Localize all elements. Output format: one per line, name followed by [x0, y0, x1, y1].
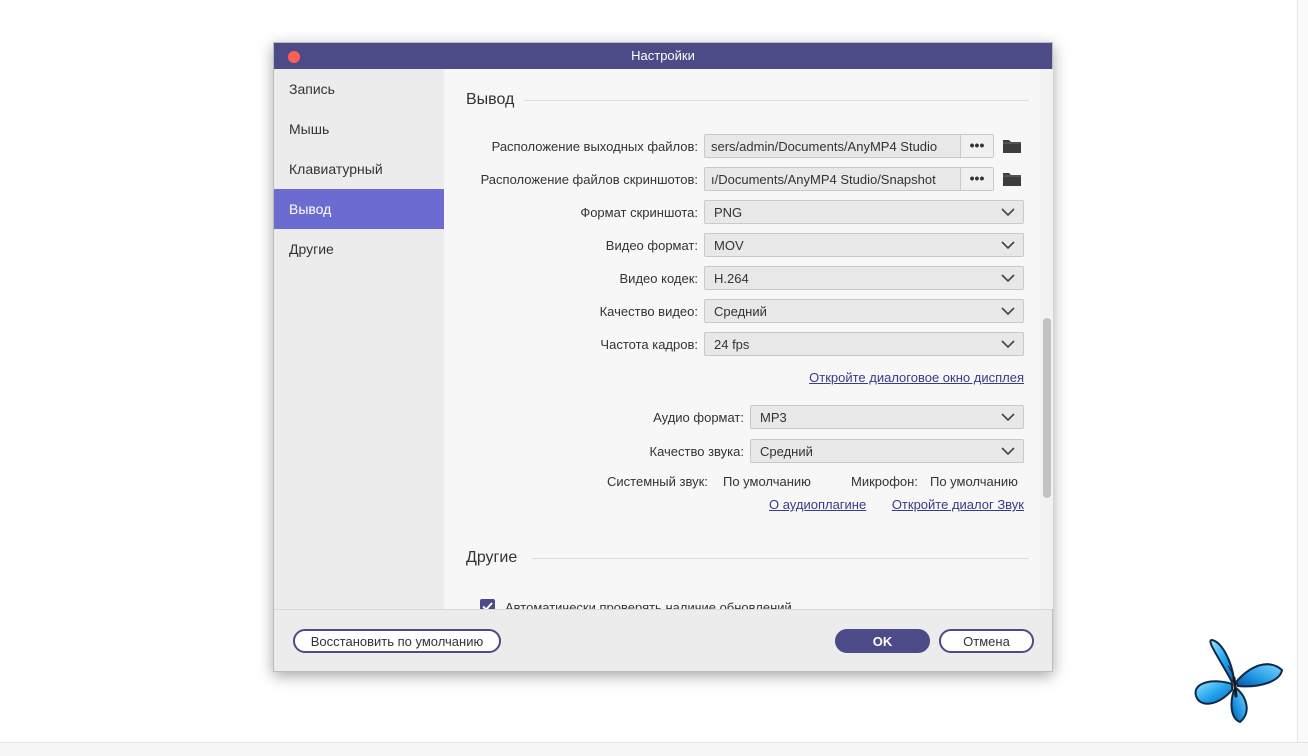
audio-plugin-link[interactable]: О аудиоплагине	[769, 497, 866, 512]
display-dialog-link[interactable]: Откройте диалоговое окно дисплея	[809, 370, 1024, 385]
settings-sidebar: Запись Мышь Клавиатурный Вывод Другие	[274, 69, 444, 609]
sidebar-item-record[interactable]: Запись	[274, 69, 444, 109]
screenshot-format-value: PNG	[714, 205, 743, 220]
page-bottom-bar	[0, 742, 1308, 756]
video-format-select[interactable]: MOV	[704, 233, 1024, 257]
frame-rate-value: 24 fps	[714, 337, 750, 352]
output-location-field[interactable]: sers/admin/Documents/AnyMP4 Studio •••	[704, 134, 994, 158]
chevron-down-icon	[1001, 413, 1015, 422]
video-format-label: Видео формат:	[605, 238, 698, 253]
output-location-label: Расположение выходных файлов:	[491, 139, 698, 154]
butterfly-logo	[1194, 638, 1284, 724]
video-quality-value: Средний	[714, 304, 767, 319]
other-section-title: Другие	[466, 549, 518, 566]
sound-dialog-link[interactable]: Откройте диалог Звук	[892, 497, 1024, 512]
video-codec-select[interactable]: H.264	[704, 266, 1024, 290]
content-scrollbar[interactable]	[1040, 69, 1053, 609]
sidebar-item-mouse[interactable]: Мышь	[274, 109, 444, 149]
frame-rate-select[interactable]: 24 fps	[704, 332, 1024, 356]
folder-icon[interactable]	[1002, 171, 1022, 187]
dialog-footer: Восстановить по умолчанию OK Отмена	[274, 609, 1052, 671]
screenshot-location-label: Расположение файлов скриншотов:	[480, 172, 698, 187]
screenshot-location-browse-button[interactable]: •••	[960, 168, 993, 190]
audio-format-select[interactable]: MP3	[750, 405, 1024, 429]
chevron-down-icon	[1001, 208, 1015, 217]
section-divider	[524, 100, 1029, 101]
microphone-value: По умолчанию	[930, 474, 1018, 489]
audio-format-value: MP3	[760, 410, 787, 425]
dialog-titlebar: Настройки	[274, 43, 1052, 69]
restore-defaults-button[interactable]: Восстановить по умолчанию	[293, 629, 501, 653]
screenshot-format-select[interactable]: PNG	[704, 200, 1024, 224]
screenshot-location-field[interactable]: ı/Documents/AnyMP4 Studio/Snapshot •••	[704, 167, 994, 191]
system-sound-value: По умолчанию	[723, 474, 811, 489]
video-codec-label: Видео кодек:	[619, 271, 698, 286]
output-location-value: sers/admin/Documents/AnyMP4 Studio	[711, 139, 938, 154]
audio-quality-select[interactable]: Средний	[750, 439, 1024, 463]
video-codec-value: H.264	[714, 271, 749, 286]
folder-icon[interactable]	[1002, 138, 1022, 154]
output-location-browse-button[interactable]: •••	[960, 135, 993, 157]
chevron-down-icon	[1001, 274, 1015, 283]
chevron-down-icon	[1001, 447, 1015, 456]
section-divider	[532, 558, 1029, 559]
auto-update-checkbox[interactable]	[480, 599, 495, 609]
cancel-button[interactable]: Отмена	[939, 629, 1034, 653]
microphone-label: Микрофон:	[851, 474, 918, 489]
chevron-down-icon	[1001, 340, 1015, 349]
sidebar-item-output[interactable]: Вывод	[274, 189, 444, 229]
audio-quality-value: Средний	[760, 444, 813, 459]
close-dot-icon[interactable]	[288, 51, 300, 63]
screenshot-format-label: Формат скриншота:	[580, 205, 698, 220]
chevron-down-icon	[1001, 307, 1015, 316]
audio-format-label: Аудио формат:	[653, 410, 744, 425]
video-quality-select[interactable]: Средний	[704, 299, 1024, 323]
audio-quality-label: Качество звука:	[649, 444, 744, 459]
settings-dialog: Настройки Запись Мышь Клавиатурный Вывод…	[273, 42, 1053, 672]
output-section-title: Вывод	[466, 91, 515, 108]
screenshot-location-value: ı/Documents/AnyMP4 Studio/Snapshot	[711, 172, 936, 187]
ok-button[interactable]: OK	[835, 629, 930, 653]
video-quality-label: Качество видео:	[599, 304, 698, 319]
chevron-down-icon	[1001, 241, 1015, 250]
frame-rate-label: Частота кадров:	[600, 337, 698, 352]
settings-content: Вывод Расположение выходных файлов: sers…	[444, 69, 1040, 609]
checkmark-icon	[482, 602, 493, 609]
dialog-title: Настройки	[631, 48, 695, 63]
content-scrollbar-thumb[interactable]	[1043, 318, 1051, 498]
sidebar-item-other[interactable]: Другие	[274, 229, 444, 269]
auto-update-label: Автоматически проверять наличие обновлен…	[505, 600, 792, 609]
system-sound-label: Системный звук:	[607, 474, 708, 489]
sidebar-item-keyboard[interactable]: Клавиатурный	[274, 149, 444, 189]
page-scrollbar[interactable]	[1297, 0, 1308, 742]
video-format-value: MOV	[714, 238, 744, 253]
